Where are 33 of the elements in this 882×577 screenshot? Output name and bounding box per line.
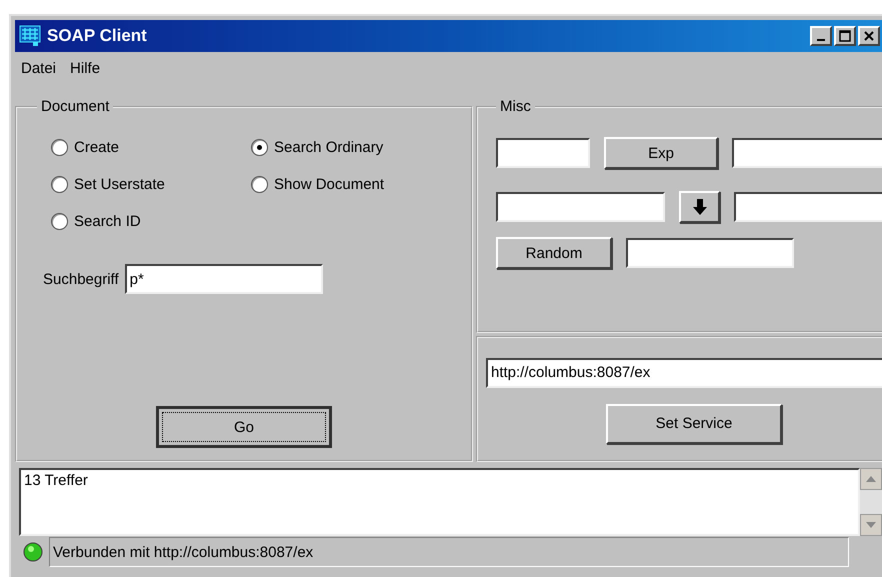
menu-item[interactable]: Datei: [21, 60, 56, 76]
radio-option[interactable]: Show Document: [251, 176, 451, 193]
input-field[interactable]: [496, 192, 665, 222]
maximize-button[interactable]: [834, 26, 856, 46]
down-arrow-icon: [692, 198, 708, 216]
minimize-icon: [817, 39, 825, 41]
close-icon: [864, 31, 874, 41]
exp-button[interactable]: Exp: [604, 137, 718, 169]
set-service-button[interactable]: Set Service: [606, 404, 782, 444]
app-icon: [19, 25, 41, 47]
down-arrow-button[interactable]: [679, 191, 720, 223]
input-field[interactable]: [734, 192, 882, 222]
radio-option[interactable]: Search Ordinary: [251, 139, 451, 156]
radio-option[interactable]: Search ID: [51, 213, 251, 230]
field-label: Suchbegriff: [43, 270, 119, 288]
group-title: Document: [40, 98, 110, 115]
url-field[interactable]: http://columbus:8087/ex: [486, 358, 882, 388]
close-button[interactable]: [858, 26, 880, 46]
go-button[interactable]: Go: [156, 406, 332, 448]
group-title: Misc: [499, 98, 532, 115]
status-text: Verbunden mit http://columbus:8087/ex: [49, 537, 849, 567]
menu-item[interactable]: Hilfe: [70, 60, 100, 76]
window-title: SOAP Client: [47, 26, 148, 46]
output-text: 13 Treffer: [19, 468, 860, 536]
radio-option[interactable]: Set Userstate: [51, 176, 251, 193]
random-button[interactable]: Random: [496, 237, 612, 269]
maximize-icon: [839, 30, 851, 42]
minimize-button[interactable]: [810, 26, 832, 46]
input-field[interactable]: [732, 138, 882, 168]
search-field[interactable]: p*: [124, 264, 323, 294]
input-field[interactable]: [626, 238, 794, 268]
radio-option[interactable]: Create: [51, 139, 251, 156]
input-field[interactable]: [496, 138, 590, 168]
